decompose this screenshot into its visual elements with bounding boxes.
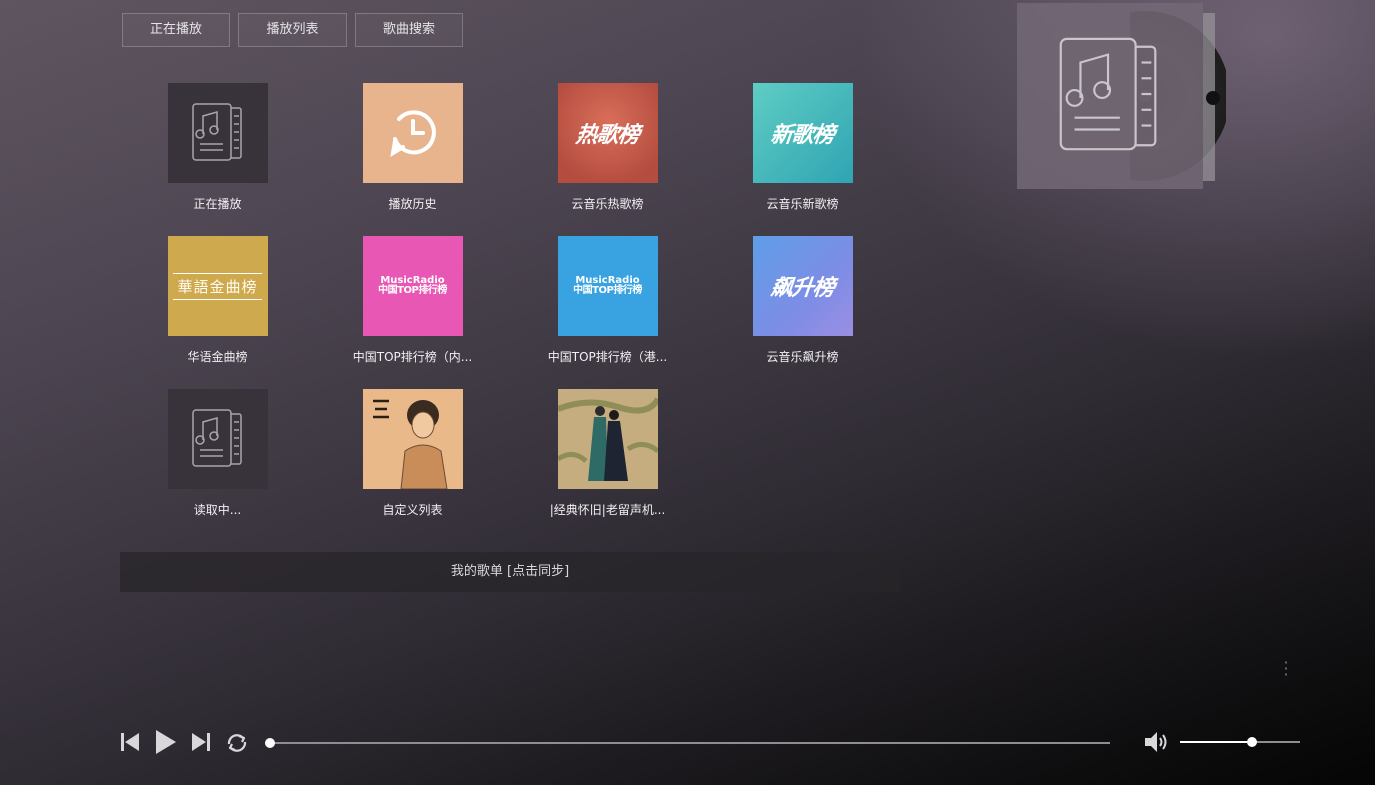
tab-song-search[interactable]: 歌曲搜索 — [355, 13, 463, 47]
music-doc-icon — [191, 103, 242, 161]
playlist-cover: 華語金曲榜 — [167, 236, 268, 336]
nav-tabs: 正在播放 播放列表 歌曲搜索 — [122, 13, 463, 47]
playlist-tile-hot-songs[interactable]: 热歌榜 云音乐热歌榜 — [510, 83, 705, 212]
playlist-label: 读取中... — [193, 503, 242, 517]
music-doc-icon — [1059, 37, 1157, 151]
playlist-tile-chinese-gold[interactable]: 華語金曲榜 华语金曲榜 — [120, 236, 315, 365]
playlist-tile-custom[interactable]: 自定义列表 — [315, 389, 510, 518]
progress-bar[interactable] — [265, 738, 1110, 748]
my-playlists-sync-button[interactable]: 我的歌单 [点击同步] — [120, 552, 900, 592]
cover-title-line: 中国TOP排行榜 — [573, 285, 642, 296]
playlist-cover: 飙升榜 — [752, 236, 853, 336]
playlist-label: 中国TOP排行榜（港... — [547, 350, 668, 364]
volume-fill — [1180, 741, 1252, 743]
playlist-tile-soaring[interactable]: 飙升榜 云音乐飙升榜 — [705, 236, 900, 365]
player-bar — [0, 722, 1375, 762]
playlist-cover: MusicRadio 中国TOP排行榜 — [362, 236, 463, 336]
music-doc-icon — [191, 409, 242, 467]
playlist-label: 自定义列表 — [382, 503, 443, 517]
cover-title: 热歌榜 — [574, 122, 641, 148]
next-icon[interactable] — [190, 731, 212, 753]
cover-title: 華語金曲榜 — [173, 272, 262, 300]
progress-knob[interactable] — [265, 738, 275, 748]
playlist-label: 中国TOP排行榜（内... — [352, 350, 473, 364]
cover-title: MusicRadio 中国TOP排行榜 — [573, 275, 642, 297]
playlist-label: 华语金曲榜 — [187, 350, 248, 364]
cover-title-line: 中国TOP排行榜 — [378, 285, 447, 296]
playlist-tile-china-top-hk[interactable]: MusicRadio 中国TOP排行榜 中国TOP排行榜（港... — [510, 236, 705, 365]
couple-painting — [557, 389, 658, 489]
playlist-tile-classic-nostalgia[interactable]: |经典怀旧|老留声机... — [510, 389, 705, 518]
album-art — [557, 389, 658, 489]
playlist-label: 云音乐飙升榜 — [766, 350, 839, 364]
volume-icon[interactable] — [1143, 730, 1169, 754]
playlist-cover: MusicRadio 中国TOP排行榜 — [557, 236, 658, 336]
cover-title: 新歌榜 — [769, 122, 836, 148]
volume-slider[interactable] — [1180, 737, 1300, 747]
tab-playlist[interactable]: 播放列表 — [238, 13, 347, 47]
cover-title: 飙升榜 — [769, 275, 836, 301]
playlist-label: 播放历史 — [388, 197, 437, 211]
playlist-tile-loading[interactable]: 读取中... — [120, 389, 315, 518]
playlist-cover: 新歌榜 — [752, 83, 853, 183]
tab-now-playing[interactable]: 正在播放 — [122, 13, 230, 47]
vinyl-disc-hole — [1206, 91, 1220, 105]
cover-title: MusicRadio 中国TOP排行榜 — [378, 275, 447, 297]
playlist-tile-history[interactable]: 播放历史 — [315, 83, 510, 212]
playlist-label: 云音乐热歌榜 — [571, 197, 644, 211]
previous-icon[interactable] — [119, 731, 141, 753]
playlist-cover — [167, 389, 268, 489]
repeat-icon[interactable] — [225, 732, 249, 754]
now-playing-cover[interactable] — [1017, 3, 1203, 189]
playlist-tile-now-playing[interactable]: 正在播放 — [120, 83, 315, 212]
playlist-cover — [167, 83, 268, 183]
playlist-label: 正在播放 — [193, 197, 242, 211]
playlist-tile-china-top-mainland[interactable]: MusicRadio 中国TOP排行榜 中国TOP排行榜（内... — [315, 236, 510, 365]
playlist-cover — [362, 83, 463, 183]
play-icon[interactable] — [153, 728, 179, 756]
volume-knob[interactable] — [1247, 737, 1257, 747]
more-options-icon[interactable]: · · · — [1280, 655, 1292, 683]
portrait-illustration — [362, 389, 463, 489]
playlist-label: |经典怀旧|老留声机... — [549, 503, 666, 517]
playlist-tile-new-songs[interactable]: 新歌榜 云音乐新歌榜 — [705, 83, 900, 212]
album-photo — [362, 389, 463, 489]
playlist-label: 云音乐新歌榜 — [766, 197, 839, 211]
playlist-cover: 热歌榜 — [557, 83, 658, 183]
history-clock-icon — [389, 110, 436, 157]
